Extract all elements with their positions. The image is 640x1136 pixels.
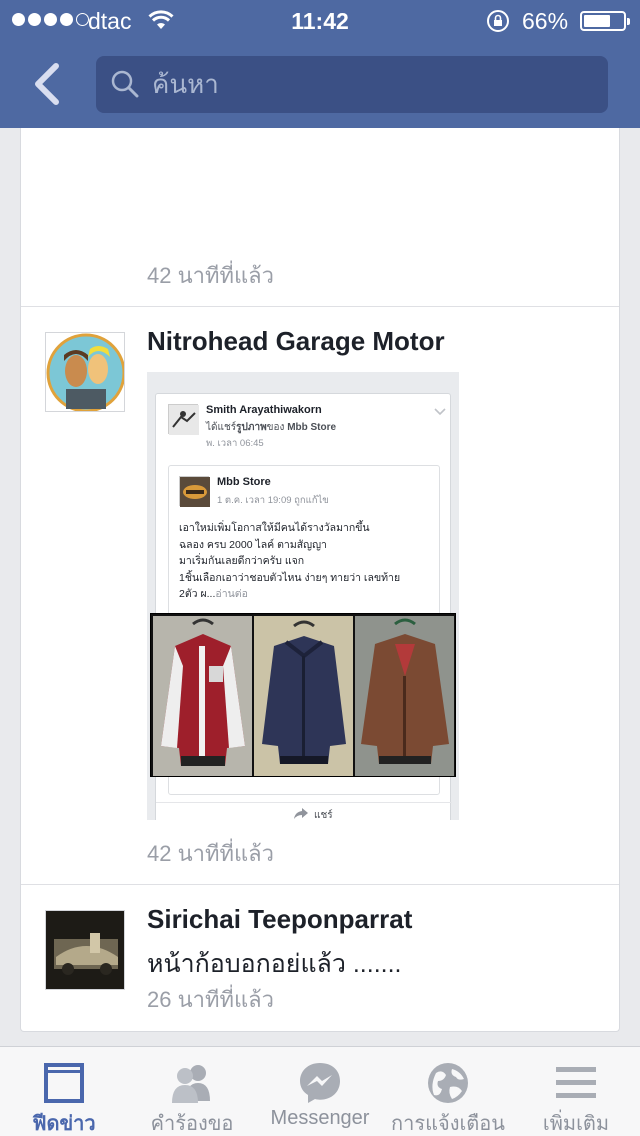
post-text-line: ฉลอง ครบ 2000 ไลค์ ตามสัญญา <box>179 538 327 551</box>
avatar-image <box>46 333 124 411</box>
post-timestamp[interactable]: 42 นาทีที่แล้ว <box>147 258 274 293</box>
post-text[interactable]: หน้าก้อบอกอย่แล้ว ....... <box>147 944 401 984</box>
divider <box>21 884 619 885</box>
photo-brown-jacket <box>355 616 454 776</box>
avatar[interactable] <box>45 332 125 412</box>
top-bar: dtac 11:42 66% <box>0 0 640 128</box>
read-more-link: อ่านต่อ <box>215 588 248 600</box>
tab-friend-requests[interactable]: คำร้องขอ <box>128 1047 256 1136</box>
tab-label: เพิ่มเติม <box>542 1113 610 1135</box>
page-avatar <box>179 476 210 507</box>
post-author[interactable]: Sirichai Teeponparrat <box>147 904 412 935</box>
post-text-line: 2ตัว ผ...อ่านต่อ <box>179 586 435 603</box>
friend-requests-icon <box>172 1065 210 1103</box>
post-text-line: 1ชิ้นเลือกเอาว่าชอบตัวไหน ง่ายๆ ทายว่า เ… <box>179 571 401 584</box>
status-bar: dtac 11:42 66% <box>0 0 640 40</box>
globe-icon <box>428 1063 468 1103</box>
divider <box>21 306 619 307</box>
post-author[interactable]: Nitrohead Garage Motor <box>147 326 445 357</box>
battery-percent: 66% <box>522 8 569 34</box>
photo-red-jacket <box>153 616 252 776</box>
brown-jacket-image <box>355 616 454 776</box>
news-feed-icon <box>44 1063 84 1103</box>
avatar-image <box>46 911 124 989</box>
search-icon <box>111 70 139 98</box>
share-action: ได้แชร์รูปภาพของ Mbb Store <box>206 420 336 435</box>
share-label: แชร์ <box>314 810 333 820</box>
post-text-last: 2ตัว ผ... <box>179 588 216 600</box>
sharer-meta: พ. เวลา 06:45 <box>206 438 264 449</box>
post-timestamp[interactable]: 42 นาทีที่แล้ว <box>147 836 274 871</box>
post-text-line: มาเริ่มกันเลยดีกว่าครับ แจก <box>179 555 305 567</box>
tab-bar: ฟีดข่าว คำร้องขอ Messenger การแจ้งเตือน <box>0 1046 640 1136</box>
tab-news-feed[interactable]: ฟีดข่าว <box>0 1047 128 1136</box>
shared-screenshot[interactable]: Smith Arayathiwakorn ได้แชร์รูปภาพของ Mb… <box>147 372 459 820</box>
tab-label: คำร้องขอ <box>150 1113 234 1135</box>
original-post-text: เอาใหม่เพิ่มโอกาสให้มีคนได้รางวัลมากขึ้น… <box>179 520 435 603</box>
tab-messenger[interactable]: Messenger <box>256 1047 384 1136</box>
post-text-line: เอาใหม่เพิ่มโอกาสให้มีคนได้รางวัลมากขึ้น <box>179 522 370 534</box>
post-timestamp[interactable]: 26 นาทีที่แล้ว <box>147 982 274 1017</box>
photo-navy-jacket <box>254 616 353 776</box>
share-action-mid: ของ <box>266 422 285 433</box>
share-action-object: รูปภาพ <box>236 422 267 433</box>
sharer-avatar <box>168 404 199 435</box>
battery-icon <box>580 11 630 31</box>
search-input[interactable] <box>152 56 592 113</box>
rotation-lock-icon <box>487 10 509 32</box>
sharer-name: Smith Arayathiwakorn <box>206 404 322 416</box>
share-footer: แชร์ <box>156 802 452 820</box>
navy-jacket-image <box>254 616 353 776</box>
menu-icon <box>556 1067 596 1098</box>
tab-label: ฟีดข่าว <box>32 1113 96 1135</box>
tab-more[interactable]: เพิ่มเติม <box>512 1047 640 1136</box>
share-icon <box>294 808 308 819</box>
page-name: Mbb Store <box>217 476 271 488</box>
tab-label: การแจ้งเตือน <box>391 1113 505 1135</box>
chevron-down-icon <box>434 408 446 416</box>
jacket-photos <box>150 613 456 777</box>
red-jacket-image <box>153 616 252 776</box>
news-feed: 42 นาทีที่แล้ว Nitrohead Garage Motor Sm… <box>20 128 620 1032</box>
tab-label: Messenger <box>270 1107 370 1129</box>
messenger-icon <box>300 1063 340 1103</box>
back-arrow-icon[interactable] <box>28 60 68 108</box>
search-bar[interactable] <box>96 56 608 113</box>
share-action-prefix: ได้แชร์ <box>206 422 237 433</box>
avatar[interactable] <box>45 910 125 990</box>
sharer-avatar-image <box>169 405 199 435</box>
page-meta: 1 ต.ค. เวลา 19:09 ถูกแก้ไข <box>217 495 329 506</box>
share-action-page: Mbb Store <box>287 422 337 433</box>
tab-notifications[interactable]: การแจ้งเตือน <box>384 1047 512 1136</box>
page-avatar-image <box>180 477 210 507</box>
